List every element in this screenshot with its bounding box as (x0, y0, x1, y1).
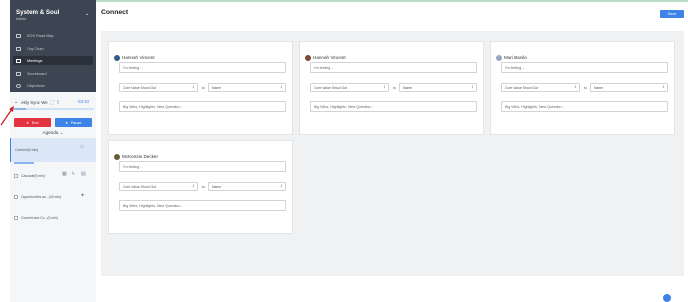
agenda-toggle[interactable]: Agenda ⌄ (10, 130, 96, 136)
sidebar-item-label: EOS Road Map (27, 33, 54, 38)
feeling-input[interactable]: I'm feeling ... (119, 62, 286, 73)
annotation-arrow-icon (0, 106, 14, 126)
handshake-icon: ⌂ (80, 144, 84, 150)
end-meeting-button[interactable]: ● End (14, 118, 51, 127)
to-label: to (584, 86, 587, 90)
connect-card: Hannah Vincent I'm feeling ... Core Valu… (299, 41, 484, 135)
agenda-checkbox[interactable] (14, 216, 18, 220)
avatar (114, 154, 120, 160)
card-person-name: Hannah Vincent (122, 55, 155, 60)
meeting-name: ekly Sync We (21, 99, 48, 105)
select-arrows-icon: ⇕ (279, 85, 283, 89)
avatar (496, 55, 502, 61)
avatar (305, 55, 311, 61)
document-icon[interactable]: ▯ (57, 99, 59, 105)
grid-icon: ▦ (62, 171, 67, 177)
agenda-checkbox[interactable] (14, 174, 18, 178)
name-select[interactable]: Name ⇕ (208, 182, 286, 191)
stop-icon: ● (26, 120, 29, 125)
to-label: to (202, 185, 205, 189)
connect-card: Mari Banilo I'm feeling ... Core Value S… (490, 41, 675, 135)
to-label: to (202, 86, 205, 90)
clipboard-icon: ▤ (81, 171, 86, 177)
sidebar-item-scoreboard[interactable]: Scoreboard (13, 69, 93, 78)
select-arrows-icon: ⇕ (191, 85, 195, 89)
agenda-item-connect[interactable]: Connect(5 min) (10, 138, 96, 162)
feeling-input[interactable]: I'm feeling ... (310, 62, 477, 73)
user-role: Admin (16, 17, 27, 21)
org-chart-icon (16, 46, 21, 51)
connect-card: Hannah Vincent I'm feeling ... Core Valu… (108, 41, 293, 135)
agenda-item-commit[interactable]: Commit and Co...(5 min) (10, 214, 96, 222)
chevron-down-icon: ⌄ (59, 130, 64, 135)
sidebar-item-label: Scoreboard (27, 71, 47, 76)
name-select[interactable]: Name ⇕ (590, 83, 668, 92)
lightning-icon: ϟ (72, 171, 75, 177)
core-value-select[interactable]: Core Value Shout Out ⇕ (119, 83, 198, 92)
big-wins-input[interactable]: Big Wins, Highlights, New Question... (119, 200, 286, 211)
meeting-progress-bar (14, 108, 94, 110)
avatar (114, 55, 120, 61)
to-label: to (393, 86, 396, 90)
sidebar-item-org-chart[interactable]: Org Chart (13, 44, 93, 53)
core-value-select[interactable]: Core Value Shout Out ⇕ (501, 83, 580, 92)
select-arrows-icon: ⇕ (279, 184, 283, 188)
core-value-select[interactable]: Core Value Shout Out ⇕ (119, 182, 198, 191)
big-wins-input[interactable]: Big Wins, Highlights, New Question... (119, 101, 286, 112)
agenda-progress (14, 162, 34, 164)
brand-name[interactable]: System & Soul (16, 9, 59, 16)
agenda-checkbox[interactable] (14, 195, 18, 199)
card-person-name: McKenzie Decker (122, 154, 158, 159)
save-button[interactable]: Save (660, 10, 684, 18)
sidebar-item-label: Objectives (27, 83, 45, 88)
sidebar-item-label: Org Chart (27, 46, 44, 51)
name-select[interactable]: Name ⇕ (399, 83, 477, 92)
sparkle-icon: ✦ (80, 193, 86, 199)
core-value-select[interactable]: Core Value Shout Out ⇕ (310, 83, 389, 92)
sidebar-item-eos-road-map[interactable]: EOS Road Map (13, 31, 93, 40)
page-title: Connect (101, 9, 129, 16)
connect-card: McKenzie Decker I'm feeling ... Core Val… (108, 140, 293, 234)
feeling-input[interactable]: I'm feeling ... (501, 62, 668, 73)
select-arrows-icon: ⇕ (573, 85, 577, 89)
meeting-timer: 03:10 (78, 99, 89, 104)
big-wins-input[interactable]: Big Wins, Highlights, New Question... (310, 101, 477, 112)
card-person-name: Hannah Vincent (313, 55, 346, 60)
fullscreen-icon[interactable]: ⛶ (51, 100, 54, 105)
card-person-name: Mari Banilo (504, 55, 527, 60)
pause-icon: ● (65, 120, 68, 125)
select-arrows-icon: ⇕ (661, 85, 665, 89)
chevron-down-icon[interactable]: ⌄ (85, 11, 89, 17)
target-icon (16, 83, 21, 88)
sidebar-item-label: Meetings (27, 58, 43, 63)
sidebar: System & Soul Admin ⌄ EOS Road Map Org C… (10, 0, 96, 302)
select-arrows-icon: ⇕ (470, 85, 474, 89)
select-arrows-icon: ⇕ (191, 184, 195, 188)
scoreboard-icon (16, 71, 21, 76)
sidebar-header: System & Soul Admin ⌄ EOS Road Map Org C… (10, 0, 96, 92)
chat-launcher-icon[interactable] (663, 294, 671, 302)
big-wins-input[interactable]: Big Wins, Highlights, New Question... (501, 101, 668, 112)
select-arrows-icon: ⇕ (382, 85, 386, 89)
top-accent-strip (96, 0, 688, 2)
pause-meeting-button[interactable]: ● Pause (55, 118, 92, 127)
feeling-input[interactable]: I'm feeling ... (119, 161, 286, 172)
sidebar-item-meetings[interactable]: Meetings (13, 56, 93, 65)
sidebar-item-objectives[interactable]: Objectives (13, 81, 93, 90)
map-icon (16, 33, 21, 38)
calendar-icon (16, 58, 21, 63)
name-select[interactable]: Name ⇕ (208, 83, 286, 92)
